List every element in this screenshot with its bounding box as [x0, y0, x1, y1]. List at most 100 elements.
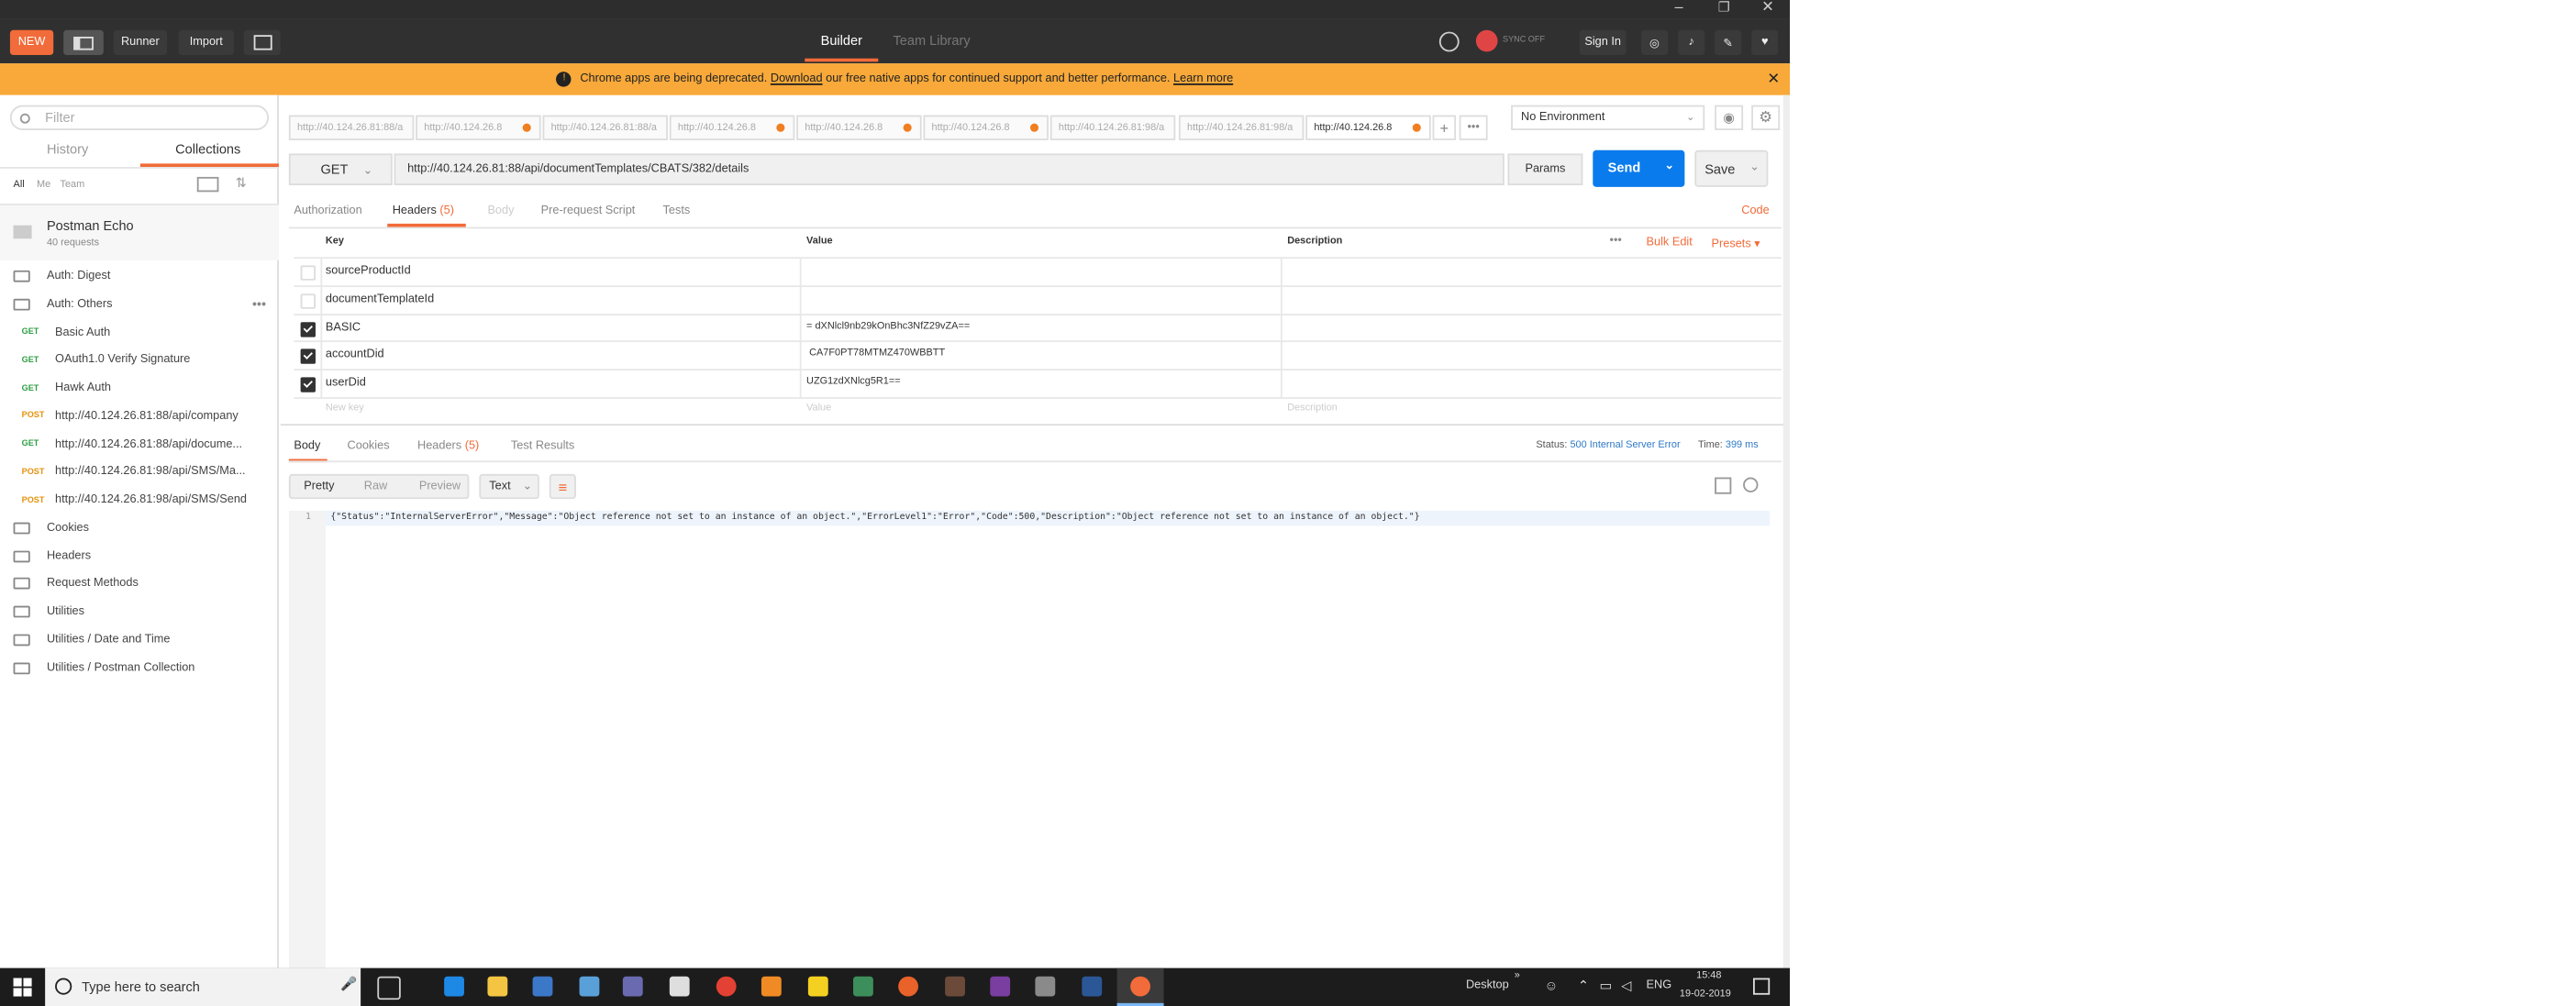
satellite-icon[interactable]: ◎	[1641, 29, 1669, 56]
request-tab[interactable]: http://40.124.26.8	[1305, 115, 1431, 140]
tab-history[interactable]: History	[47, 142, 88, 157]
heart-icon[interactable]: ♥	[1751, 29, 1779, 56]
windows-start-icon[interactable]	[13, 978, 32, 997]
chevron-right-icon[interactable]: »	[1515, 971, 1520, 981]
chevron-up-icon[interactable]: ⌃	[1578, 978, 1589, 993]
request-tab[interactable]: http://40.124.26.8	[923, 115, 1049, 140]
request-item[interactable]: POST http://40.124.26.81:98/api/SMS/Send	[0, 486, 279, 514]
params-button[interactable]: Params	[1507, 153, 1583, 186]
taskbar-search[interactable]: Type here to search 🎤	[45, 967, 361, 1006]
tab-prerequest[interactable]: Pre-request Script	[541, 205, 636, 217]
download-link[interactable]: Download	[771, 73, 823, 85]
request-tab[interactable]: http://40.124.26.8	[796, 115, 922, 140]
app-icon[interactable]	[853, 976, 873, 997]
app-icon[interactable]	[945, 976, 965, 997]
response-tab-cookies[interactable]: Cookies	[348, 440, 390, 452]
more-icon[interactable]: •••	[1609, 236, 1621, 248]
request-tab[interactable]: http://40.124.26.81:88/a	[542, 115, 668, 140]
app-icon[interactable]	[579, 976, 600, 997]
app-icon[interactable]	[1082, 976, 1103, 997]
time-value[interactable]: 399 ms	[1726, 440, 1759, 450]
header-value[interactable]: UZG1zdXNlcg5R1==	[806, 378, 901, 388]
toggle-sidebar-button[interactable]	[63, 29, 104, 56]
wrench-icon[interactable]: ✎	[1715, 29, 1742, 56]
gear-icon[interactable]: ⚙	[1751, 105, 1781, 130]
sort-icon[interactable]: ⇅	[236, 175, 247, 190]
request-item[interactable]: GET http://40.124.26.81:88/api/docume...	[0, 430, 279, 459]
view-preview[interactable]: Preview	[419, 481, 461, 492]
tab-collections[interactable]: Collections	[175, 142, 240, 157]
new-window-button[interactable]	[243, 29, 281, 56]
header-enabled-checkbox[interactable]	[300, 293, 316, 309]
environment-select[interactable]: No Environment ⌄	[1511, 105, 1705, 130]
sign-in-button[interactable]: Sign In	[1579, 29, 1627, 56]
header-enabled-checkbox[interactable]	[300, 377, 316, 393]
filter-input[interactable]: Filter	[45, 110, 74, 125]
scrollbar[interactable]	[1782, 94, 1791, 968]
filter-all[interactable]: All	[14, 181, 25, 191]
chrome-icon[interactable]	[716, 976, 737, 997]
store-icon[interactable]	[532, 976, 553, 997]
format-select[interactable]: Text ⌄	[479, 473, 539, 500]
header-enabled-checkbox[interactable]	[300, 321, 316, 337]
folder-item[interactable]: Utilities / Date and Time	[0, 625, 279, 654]
clock-date[interactable]: 19-02-2019	[1680, 989, 1731, 1000]
request-tab[interactable]: http://40.124.26.81:88/a	[288, 115, 415, 140]
close-window-icon[interactable]: ✕	[1761, 0, 1774, 17]
new-description-input[interactable]: Description	[1287, 404, 1338, 414]
runner-button[interactable]: Runner	[113, 29, 167, 56]
request-tab[interactable]: http://40.124.26.8	[669, 115, 795, 140]
request-tab[interactable]: http://40.124.26.8	[416, 115, 541, 140]
tab-headers[interactable]: Headers (5)	[393, 205, 454, 217]
add-tab-button[interactable]: +	[1432, 115, 1457, 140]
sidebar-filter[interactable]: Filter	[9, 105, 270, 130]
folder-item[interactable]: Cookies	[0, 514, 279, 542]
copy-icon[interactable]	[1715, 477, 1732, 494]
header-enabled-checkbox[interactable]	[300, 265, 316, 281]
learn-more-link[interactable]: Learn more	[1173, 73, 1233, 85]
folder-item[interactable]: Request Methods	[0, 569, 279, 598]
header-key[interactable]: userDid	[326, 378, 366, 390]
url-input[interactable]: http://40.124.26.81:88/api/documentTempl…	[394, 153, 1505, 186]
folder-item[interactable]: Utilities	[0, 598, 279, 626]
taskbar-search-input[interactable]: Type here to search	[82, 979, 200, 994]
request-item[interactable]: GET Basic Auth	[0, 318, 279, 347]
people-icon[interactable]: ☺	[1545, 978, 1559, 993]
edge-icon[interactable]	[444, 976, 464, 997]
collection-postman-echo[interactable]: Postman Echo 40 requests	[0, 205, 279, 260]
view-pretty[interactable]: Pretty	[304, 481, 334, 492]
header-value[interactable]: CA7F0PT78MTMZ470WBBTT	[806, 349, 945, 359]
network-icon[interactable]: ▭	[1600, 978, 1613, 993]
folder-item[interactable]: Utilities / Postman Collection	[0, 654, 279, 682]
microphone-icon[interactable]: 🎤	[340, 977, 357, 991]
folder-item[interactable]: Auth: Others	[0, 290, 279, 318]
wrap-lines-button[interactable]: ≡	[549, 473, 576, 500]
file-explorer-icon[interactable]	[487, 976, 508, 997]
response-tab-body[interactable]: Body	[294, 440, 320, 452]
header-key[interactable]: sourceProductId	[326, 265, 411, 277]
request-item[interactable]: GET OAuth1.0 Verify Signature	[0, 346, 279, 374]
tab-team-library[interactable]: Team Library	[888, 27, 975, 55]
search-icon[interactable]	[1743, 477, 1759, 492]
header-value[interactable]: = dXNlcl9nb29kOnBhc3NfZ29vZA==	[806, 322, 970, 332]
request-item[interactable]: GET Hawk Auth	[0, 374, 279, 403]
save-button[interactable]: Save ⌄	[1694, 149, 1769, 187]
close-banner-icon[interactable]: ✕	[1767, 70, 1780, 88]
method-select[interactable]: GET ⌄	[288, 153, 393, 186]
bell-icon[interactable]: ♪	[1678, 29, 1705, 56]
postman-taskbar-button[interactable]	[1116, 967, 1164, 1006]
filter-me[interactable]: Me	[37, 181, 50, 191]
sync-icon[interactable]	[1475, 29, 1498, 52]
tab-authorization[interactable]: Authorization	[294, 205, 361, 217]
app-icon[interactable]	[761, 976, 782, 997]
mail-icon[interactable]	[669, 976, 690, 997]
interceptor-icon[interactable]	[1438, 31, 1460, 52]
new-collection-icon[interactable]	[196, 176, 219, 193]
task-view-icon[interactable]	[377, 976, 401, 1000]
tab-builder[interactable]: Builder	[805, 27, 878, 55]
language-indicator[interactable]: ENG	[1647, 979, 1672, 991]
minimize-icon[interactable]: –	[1674, 0, 1682, 15]
request-item[interactable]: POST http://40.124.26.81:98/api/SMS/Ma...	[0, 458, 279, 486]
view-raw[interactable]: Raw	[364, 481, 388, 492]
new-key-input[interactable]: New key	[326, 404, 364, 414]
